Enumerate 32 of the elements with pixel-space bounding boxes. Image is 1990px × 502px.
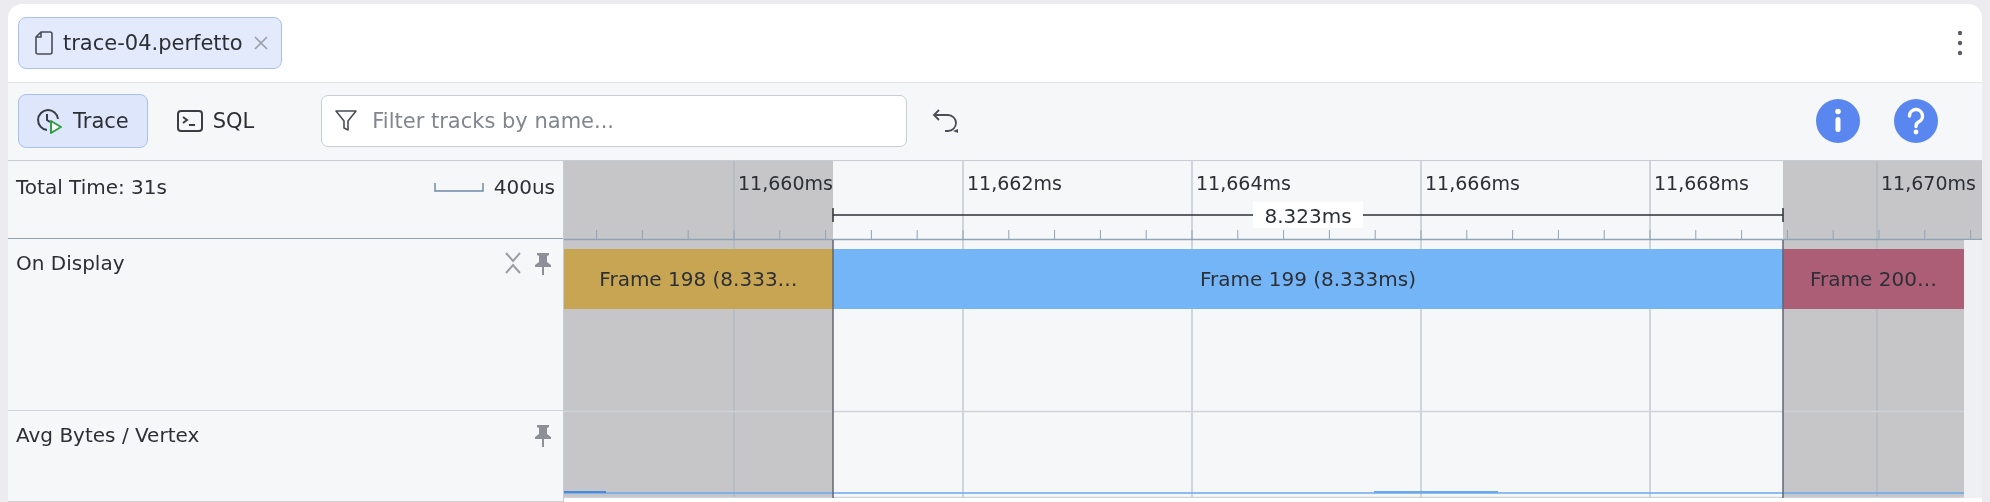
help-icon[interactable] xyxy=(1894,99,1938,144)
mode-tab[interactable]: Trace xyxy=(18,94,148,149)
frame-slice[interactable] xyxy=(1783,249,1964,309)
info-icon[interactable] xyxy=(1816,99,1860,144)
scale-label: 400us xyxy=(493,175,555,199)
total-time-label: Total Time: 31s xyxy=(16,175,167,199)
pin-icon[interactable] xyxy=(533,423,553,447)
frame-slice[interactable] xyxy=(564,249,833,309)
more-icon[interactable] xyxy=(1956,29,1964,56)
track-name: On Display xyxy=(16,251,125,275)
pin-icon[interactable] xyxy=(533,251,553,275)
close-icon[interactable] xyxy=(252,34,269,51)
tick-label: 11,660ms xyxy=(738,172,833,194)
terminal-icon xyxy=(176,109,203,134)
tick-label: 11,668ms xyxy=(1654,172,1749,194)
mode-tab[interactable]: SQL xyxy=(159,94,274,149)
track-name: Avg Bytes / Vertex xyxy=(16,423,200,447)
document-icon xyxy=(35,30,53,55)
collapse-icon[interactable] xyxy=(503,251,523,275)
slice-label: Frame 200… xyxy=(1810,267,1937,291)
scale-bar-icon xyxy=(433,182,484,192)
duration-label: 8.323ms xyxy=(1264,204,1352,228)
slice-label: Frame 198 (8.333… xyxy=(599,267,798,291)
file-tab[interactable]: trace-04.perfetto xyxy=(18,16,282,69)
filter-icon xyxy=(335,109,358,134)
tick-label: 11,670ms xyxy=(1881,172,1976,194)
tick-label: 11,664ms xyxy=(1196,172,1291,194)
clock-play-icon xyxy=(35,107,63,136)
filter-field[interactable]: Filter tracks by name... xyxy=(321,95,908,148)
tick-label: 11,662ms xyxy=(967,172,1062,194)
slice-label: Frame 199 (8.333ms) xyxy=(1200,267,1416,291)
tick-label: 11,666ms xyxy=(1425,172,1520,194)
